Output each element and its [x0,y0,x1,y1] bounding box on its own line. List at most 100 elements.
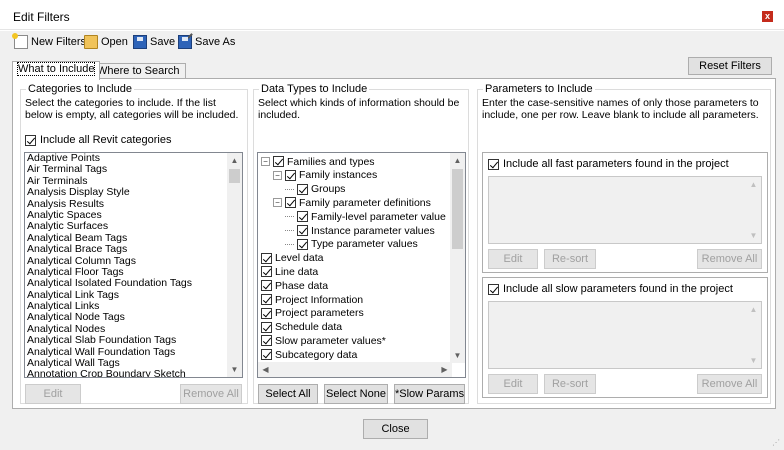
tree-item[interactable]: Level data [261,252,323,265]
datatypes-tree-items: − Families and types − Family instances Grou… [258,153,452,363]
include-fast-parameters-check[interactable] [488,158,499,170]
categories-edit-button[interactable]: Edit [25,384,81,404]
close-button[interactable]: Close [363,419,428,439]
datatypes-tree[interactable]: − Families and types − Family instances Grou… [257,152,466,378]
close-window-icon[interactable]: x [762,11,773,22]
include-all-categories-check[interactable] [25,134,36,146]
list-item[interactable]: Analytical Slab Foundation Tags [25,334,242,346]
tree-connector [285,230,294,231]
scroll-up-arrow-icon[interactable]: ▲ [450,153,465,168]
list-item[interactable]: Analytical Isolated Foundation Tags [25,277,242,289]
tree-item-checkbox[interactable] [261,252,272,264]
select-none-button[interactable]: Select None [324,384,388,404]
include-slow-parameters-check[interactable] [488,283,499,295]
parameters-group-title: Parameters to Include [483,83,595,95]
resize-grip-icon[interactable]: ⋰ [772,438,782,448]
tree-item[interactable]: − Families and types [261,155,375,168]
categories-group: Categories to Include Select the categor… [20,83,248,404]
tree-item-checkbox[interactable] [285,197,296,209]
tab-where-to-search-label: Where to Search [97,65,180,77]
tree-item-checkbox[interactable] [297,225,308,236]
new-filters-button[interactable]: New Filters [12,33,88,51]
datatypes-vscrollbar[interactable]: ▲ ▼ [450,153,465,363]
collapse-icon[interactable]: − [273,170,282,180]
tree-item-label: Groups [311,183,346,196]
tree-item-label: Families and types [287,155,375,168]
collapse-icon[interactable]: − [261,157,270,166]
tree-item[interactable]: Phase data [261,279,328,292]
list-item[interactable]: Analytical Brace Tags [25,243,242,255]
tree-item-checkbox[interactable] [297,211,308,223]
bottom-bar: Close ⋰ [0,409,784,450]
tree-item-checkbox[interactable] [261,321,272,333]
tree-item[interactable]: − Family parameter definitions [273,196,431,209]
tree-item-label: Schedule data [275,321,343,334]
tree-item[interactable]: Project parameters [261,307,364,320]
fast-parameters-textbox[interactable]: ▲ ▼ [488,176,762,244]
tree-item[interactable]: Family-level parameter value [285,210,446,223]
tree-item[interactable]: Project Information [261,293,363,306]
select-all-button[interactable]: Select All [258,384,318,404]
save-as-button[interactable]: Save As [176,33,237,51]
tab-what-to-include-label: What to Include [16,62,96,76]
slow-edit-button[interactable]: Edit [488,374,538,394]
tree-item-checkbox[interactable] [261,280,272,292]
reset-filters-button[interactable]: Reset Filters [688,57,772,75]
tree-item[interactable]: Groups [285,183,345,196]
scroll-thumb[interactable] [452,169,463,249]
scroll-thumb[interactable] [229,169,240,183]
include-slow-parameters-checkbox[interactable]: Include all slow parameters found in the… [488,283,733,295]
tab-where-to-search[interactable]: Where to Search [91,63,186,79]
scroll-down-arrow-icon[interactable]: ▼ [227,362,242,377]
fast-resort-button[interactable]: Re-sort [544,249,596,269]
tree-connector [285,188,294,190]
list-item[interactable]: Annotation Crop Boundary Sketch [25,369,242,377]
slow-parameters-textbox[interactable]: ▲ ▼ [488,301,762,369]
datatypes-hscrollbar[interactable]: ◀ ▶ [258,362,452,377]
tree-item[interactable]: Instance parameter values [285,224,435,237]
scroll-down-arrow-icon[interactable]: ▼ [746,228,761,243]
open-button[interactable]: Open [82,33,130,51]
scroll-down-arrow-icon[interactable]: ▼ [450,348,465,363]
fast-remove-all-button[interactable]: Remove All [697,249,762,269]
tree-item-label: Instance parameter values [311,224,435,237]
tree-item-checkbox[interactable] [261,266,272,278]
scroll-right-arrow-icon[interactable]: ▶ [437,362,452,377]
tree-item[interactable]: Subcategory data [261,348,357,361]
slow-resort-button[interactable]: Re-sort [544,374,596,394]
categories-list[interactable]: Adaptive Points Air Terminal Tags Air Term… [24,152,243,378]
tab-what-to-include[interactable]: What to Include [12,61,101,80]
slow-remove-all-button[interactable]: Remove All [697,374,762,394]
tree-item-label: Level data [275,252,324,265]
include-all-categories-checkbox[interactable]: Include all Revit categories [25,134,171,146]
tree-item-checkbox[interactable] [285,169,296,181]
tree-item[interactable]: − Family instances [273,169,377,182]
save-button[interactable]: Save [131,33,177,51]
scroll-up-arrow-icon[interactable]: ▲ [227,153,242,168]
tree-item[interactable]: Line data [261,265,318,278]
tree-item-checkbox[interactable] [297,238,308,250]
tree-item[interactable]: Schedule data [261,321,342,334]
slow-params-button[interactable]: *Slow Params [394,384,465,404]
categories-scrollbar[interactable]: ▲ ▼ [227,153,242,377]
tree-item-checkbox[interactable] [261,349,272,361]
tree-item-checkbox[interactable] [273,156,284,167]
tree-item-checkbox[interactable] [261,307,272,319]
categories-remove-all-button[interactable]: Remove All [180,384,242,404]
list-item[interactable]: Analysis Display Style [25,186,242,198]
scroll-left-arrow-icon[interactable]: ◀ [258,362,273,377]
tree-item-label: Family instances [299,169,378,182]
collapse-icon[interactable]: − [273,198,282,208]
open-folder-icon [84,35,98,49]
scroll-up-arrow-icon[interactable]: ▲ [746,302,761,317]
tree-item[interactable]: Slow parameter values* [261,334,386,347]
tree-item-checkbox[interactable] [261,294,272,305]
tree-item-checkbox[interactable] [261,335,272,347]
fast-edit-button[interactable]: Edit [488,249,538,269]
include-fast-parameters-checkbox[interactable]: Include all fast parameters found in the… [488,158,729,170]
scroll-up-arrow-icon[interactable]: ▲ [746,177,761,192]
tree-item[interactable]: Type parameter values [285,238,418,251]
scroll-down-arrow-icon[interactable]: ▼ [746,353,761,368]
tree-item-checkbox[interactable] [297,183,308,195]
categories-list-items: Adaptive Points Air Terminal Tags Air Term… [25,153,242,377]
